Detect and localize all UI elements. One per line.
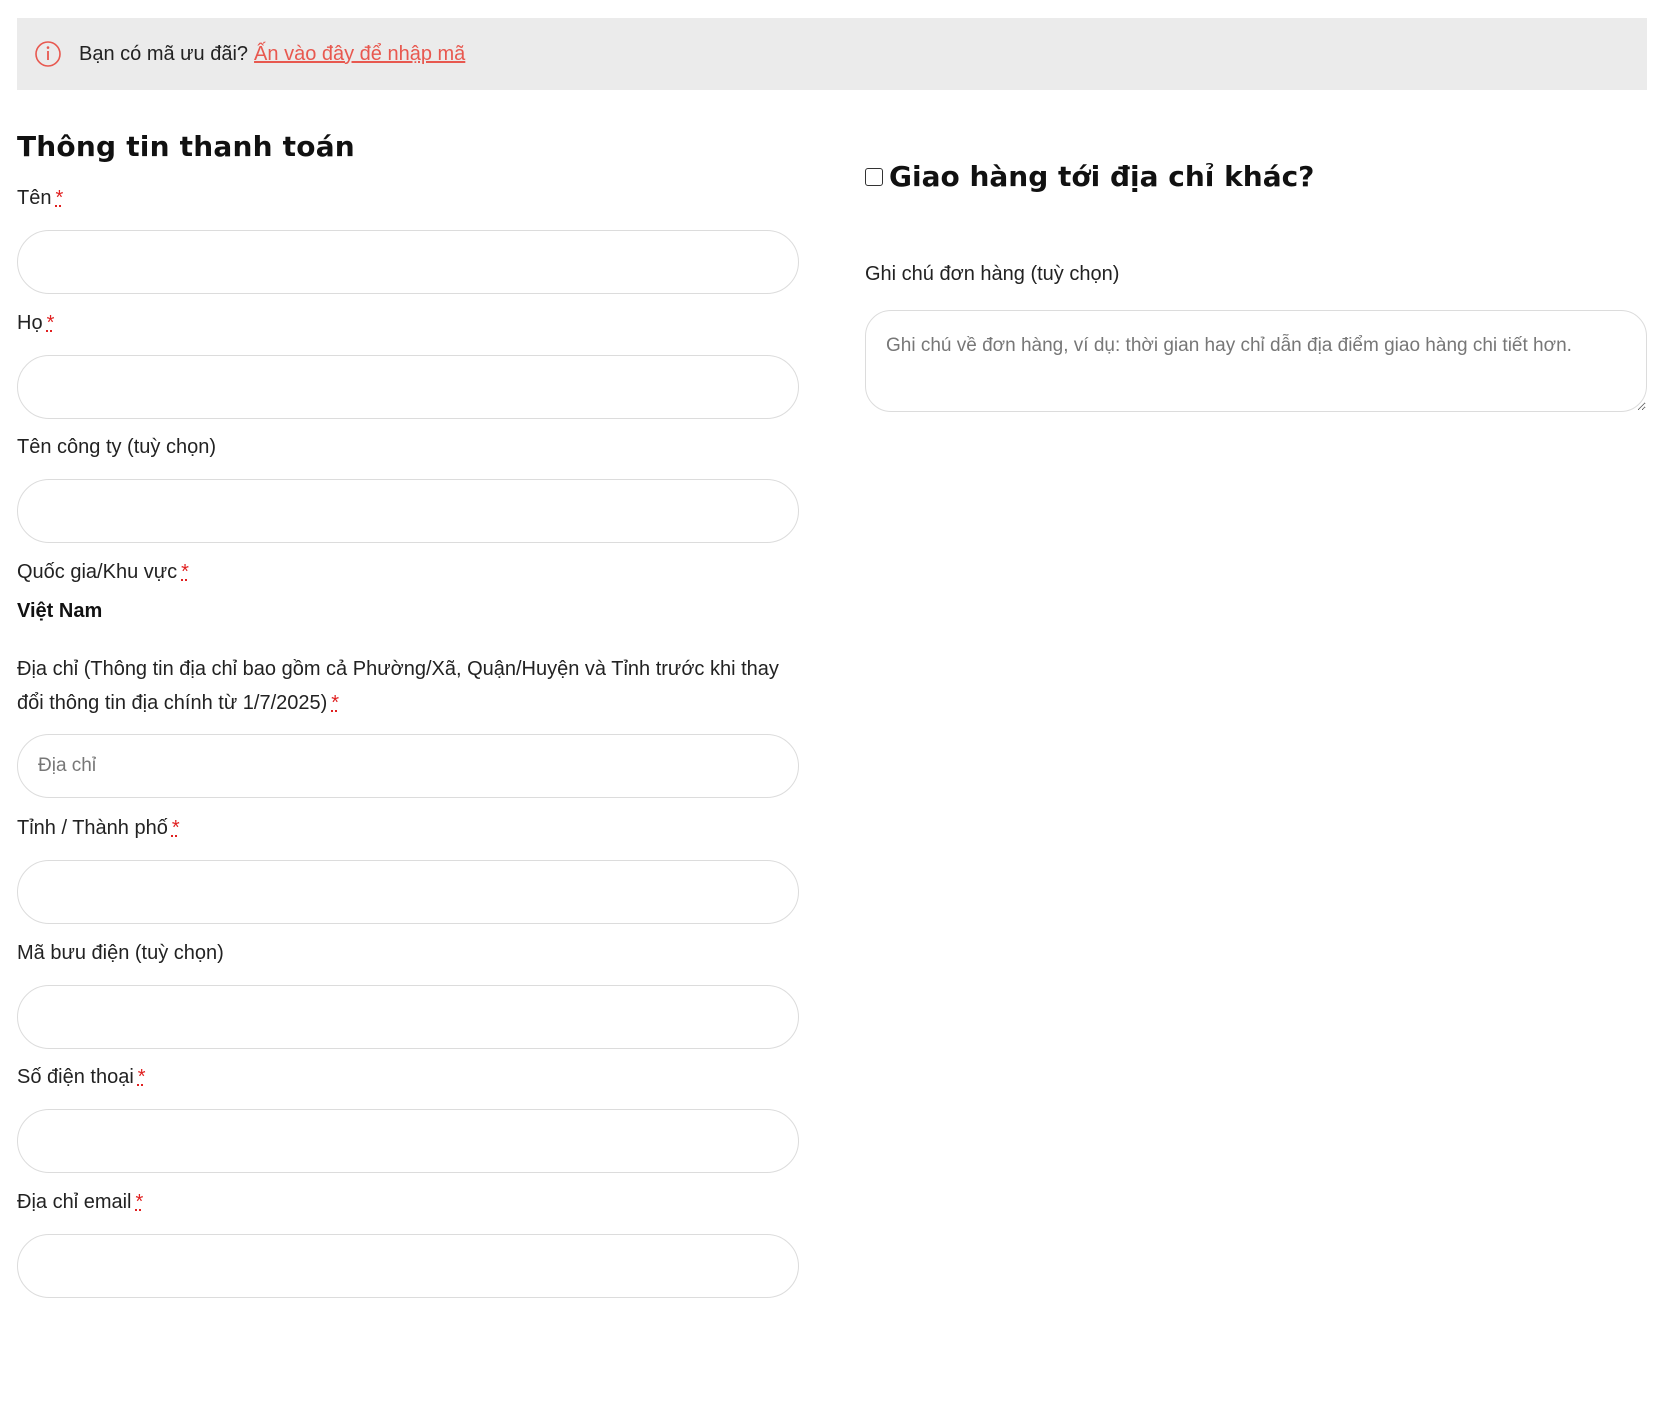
last-name-label: Họ — [17, 312, 43, 334]
city-label: Tỉnh / Thành phố — [17, 817, 168, 839]
address-field: Địa chỉ (Thông tin địa chỉ bao gồm cả Ph… — [17, 652, 799, 798]
address-label: Địa chỉ (Thông tin địa chỉ bao gồm cả Ph… — [17, 658, 779, 714]
checkout-page: Bạn có mã ưu đãi? Ấn vào đây để nhập mã … — [0, 0, 1656, 1404]
first-name-input[interactable] — [17, 230, 799, 294]
phone-field: Số điện thoại * — [17, 1059, 799, 1173]
ship-to-different-address-title[interactable]: Giao hàng tới địa chỉ khác? — [889, 160, 1314, 193]
coupon-question: Bạn có mã ưu đãi? — [79, 42, 249, 65]
required-mark: * — [171, 817, 180, 839]
order-notes-label: Ghi chú đơn hàng (tuỳ chọn) — [865, 263, 1120, 285]
required-mark: * — [55, 187, 64, 209]
company-input[interactable] — [17, 479, 799, 543]
phone-input[interactable] — [17, 1109, 799, 1173]
order-notes-textarea[interactable] — [865, 310, 1647, 412]
phone-label: Số điện thoại — [17, 1066, 134, 1088]
email-label: Địa chỉ email — [17, 1191, 132, 1213]
billing-details-section: Thông tin thanh toán Tên * Họ * Tên công t… — [17, 130, 799, 1298]
required-mark: * — [135, 1191, 144, 1213]
city-input[interactable] — [17, 860, 799, 924]
coupon-notice-bar: Bạn có mã ưu đãi? Ấn vào đây để nhập mã — [17, 18, 1647, 90]
required-mark: * — [137, 1066, 146, 1088]
shipping-section: Giao hàng tới địa chỉ khác? Ghi chú đơn … — [865, 160, 1647, 412]
city-field: Tỉnh / Thành phố * — [17, 810, 799, 924]
address-input[interactable] — [17, 734, 799, 798]
billing-title: Thông tin thanh toán — [17, 130, 355, 163]
country-value: Việt Nam — [17, 600, 103, 622]
company-label: Tên công ty (tuỳ chọn) — [17, 436, 216, 458]
required-mark: * — [181, 561, 189, 583]
postcode-field: Mã bưu điện (tuỳ chọn) — [17, 935, 799, 1049]
postcode-input[interactable] — [17, 985, 799, 1049]
info-icon — [33, 39, 63, 69]
last-name-field: Họ * — [17, 305, 799, 419]
ship-to-different-address-checkbox[interactable] — [865, 167, 883, 186]
enter-coupon-link[interactable]: Ấn vào đây để nhập mã — [254, 43, 465, 66]
first-name-label: Tên — [17, 187, 52, 209]
postcode-label: Mã bưu điện (tuỳ chọn) — [17, 942, 224, 964]
country-label: Quốc gia/Khu vực — [17, 561, 178, 583]
country-field: Quốc gia/Khu vực * Việt Nam — [17, 554, 799, 623]
company-field: Tên công ty (tuỳ chọn) — [17, 429, 799, 543]
ship-to-different-address-row: Giao hàng tới địa chỉ khác? — [865, 160, 1647, 193]
first-name-field: Tên * — [17, 180, 799, 294]
email-field: Địa chỉ email * — [17, 1184, 799, 1298]
last-name-input[interactable] — [17, 355, 799, 419]
required-mark: * — [331, 692, 340, 714]
email-input[interactable] — [17, 1234, 799, 1298]
required-mark: * — [46, 312, 55, 334]
